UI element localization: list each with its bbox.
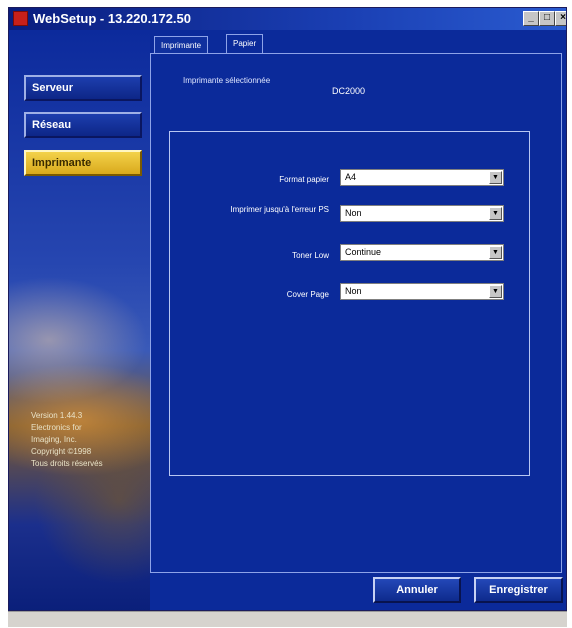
company-line: Electronics for [31, 423, 82, 432]
toner-low-label: Toner Low [292, 251, 329, 260]
selected-printer-value: DC2000 [332, 86, 366, 96]
save-button[interactable]: Enregistrer [474, 577, 563, 603]
toner-low-value: Continue [345, 247, 382, 257]
cover-page-value: Non [345, 286, 362, 296]
status-bar [8, 611, 567, 627]
tab-imprimante[interactable]: Imprimante [154, 36, 209, 53]
rights-line: Tous droits réservés [31, 459, 103, 468]
maximize-button[interactable]: □ [539, 11, 555, 26]
format-papier-value: A4 [345, 172, 357, 182]
title-bar[interactable]: WebSetup - 13.220.172.50 _ □ × [9, 8, 566, 30]
chevron-down-icon[interactable]: ▼ [489, 246, 502, 259]
copyright-line: Copyright ©1998 [31, 447, 92, 456]
version-line: Version 1.44.3 [31, 411, 83, 420]
sidebar: Serveur Réseau Imprimante Version 1.44.3… [9, 30, 150, 610]
app-window: WebSetup - 13.220.172.50 _ □ × Serveur R… [8, 7, 567, 611]
format-papier-select[interactable]: A4 ▼ [340, 169, 504, 186]
chevron-down-icon[interactable]: ▼ [489, 171, 502, 184]
cancel-button[interactable]: Annuler [373, 577, 461, 603]
selected-printer-label: Imprimante sélectionnée [183, 76, 271, 85]
toner-low-select[interactable]: Continue ▼ [340, 244, 504, 261]
format-papier-label: Format papier [279, 175, 329, 184]
app-icon [13, 11, 28, 26]
minimize-button[interactable]: _ [523, 11, 539, 26]
version-info: Version 1.44.3 Electronics for Imaging, … [31, 410, 146, 470]
close-button[interactable]: × [555, 11, 566, 26]
tab-papier[interactable]: Papier [226, 34, 264, 54]
cover-page-select[interactable]: Non ▼ [340, 283, 504, 300]
window-title: WebSetup - 13.220.172.50 [33, 11, 192, 26]
sidebar-item-serveur[interactable]: Serveur [24, 75, 142, 101]
chevron-down-icon[interactable]: ▼ [489, 285, 502, 298]
cover-page-label: Cover Page [286, 290, 329, 299]
company-line: Imaging, Inc. [31, 435, 77, 444]
sidebar-item-imprimante[interactable]: Imprimante [24, 150, 142, 176]
sidebar-item-reseau[interactable]: Réseau [24, 112, 142, 138]
chevron-down-icon[interactable]: ▼ [489, 207, 502, 220]
erreur-ps-value: Non [345, 208, 362, 218]
erreur-ps-select[interactable]: Non ▼ [340, 205, 504, 222]
erreur-ps-label: Imprimer jusqu'à l'erreur PS [230, 205, 329, 214]
